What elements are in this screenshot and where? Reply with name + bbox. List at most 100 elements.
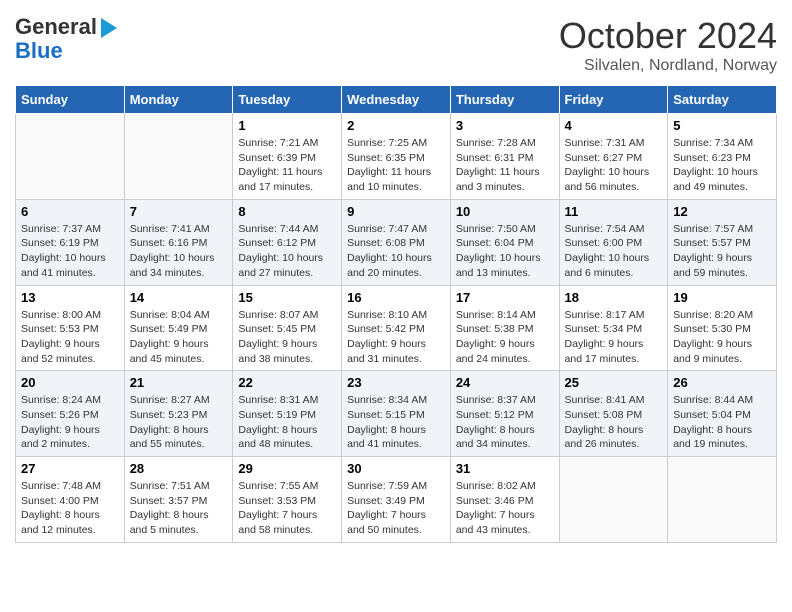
calendar-cell: 21 Sunrise: 8:27 AM Sunset: 5:23 PM Dayli… [124,371,233,457]
calendar-cell: 9Sunrise: 7:47 AM Sunset: 6:08 PM Daylig… [342,199,451,285]
day-info: Sunrise: 7:55 AM Sunset: 3:53 PM Dayligh… [238,479,336,538]
calendar-cell [559,457,668,543]
calendar-cell: 18 Sunrise: 8:17 AM Sunset: 5:34 PM Dayli… [559,285,668,371]
day-number: 26 [673,375,771,390]
logo-text: General [15,15,117,39]
day-number: 4 [565,118,663,133]
day-info: Sunrise: 7:31 AM Sunset: 6:27 PM Dayligh… [565,136,663,195]
day-number: 22 [238,375,336,390]
weekday-header-wednesday: Wednesday [342,86,451,114]
day-info: Sunrise: 8:44 AM Sunset: 5:04 PM Dayligh… [673,393,771,452]
day-info: Sunrise: 7:34 AM Sunset: 6:23 PM Dayligh… [673,136,771,195]
calendar-cell: 30 Sunrise: 7:59 AM Sunset: 3:49 PM Dayli… [342,457,451,543]
calendar-cell [124,114,233,200]
calendar-cell: 4 Sunrise: 7:31 AM Sunset: 6:27 PM Daylig… [559,114,668,200]
location-subtitle: Silvalen, Nordland, Norway [559,57,777,75]
weekday-header-monday: Monday [124,86,233,114]
calendar-cell: 14Sunrise: 8:04 AM Sunset: 5:49 PM Dayli… [124,285,233,371]
day-info: Sunrise: 7:47 AM Sunset: 6:08 PM Dayligh… [347,222,445,281]
day-info: Sunrise: 8:10 AM Sunset: 5:42 PM Dayligh… [347,308,445,367]
calendar-cell: 25Sunrise: 8:41 AM Sunset: 5:08 PM Dayli… [559,371,668,457]
calendar-cell: 6 Sunrise: 7:37 AM Sunset: 6:19 PM Daylig… [16,199,125,285]
calendar-cell: 28 Sunrise: 7:51 AM Sunset: 3:57 PM Dayli… [124,457,233,543]
day-number: 20 [21,375,119,390]
day-number: 30 [347,461,445,476]
calendar-week-1: 1Sunrise: 7:21 AM Sunset: 6:39 PM Daylig… [16,114,777,200]
title-block: October 2024 Silvalen, Nordland, Norway [559,15,777,75]
calendar-cell: 11 Sunrise: 7:54 AM Sunset: 6:00 PM Dayli… [559,199,668,285]
calendar-cell: 2Sunrise: 7:25 AM Sunset: 6:35 PM Daylig… [342,114,451,200]
calendar-week-4: 20 Sunrise: 8:24 AM Sunset: 5:26 PM Dayli… [16,371,777,457]
day-number: 28 [130,461,228,476]
day-info: Sunrise: 8:34 AM Sunset: 5:15 PM Dayligh… [347,393,445,452]
calendar-cell: 23 Sunrise: 8:34 AM Sunset: 5:15 PM Dayli… [342,371,451,457]
day-number: 17 [456,290,554,305]
calendar-cell: 20 Sunrise: 8:24 AM Sunset: 5:26 PM Dayli… [16,371,125,457]
day-info: Sunrise: 8:14 AM Sunset: 5:38 PM Dayligh… [456,308,554,367]
day-info: Sunrise: 7:37 AM Sunset: 6:19 PM Dayligh… [21,222,119,281]
day-info: Sunrise: 8:41 AM Sunset: 5:08 PM Dayligh… [565,393,663,452]
page-header: General Blue October 2024 Silvalen, Nord… [15,15,777,75]
calendar-cell: 7 Sunrise: 7:41 AM Sunset: 6:16 PM Daylig… [124,199,233,285]
day-info: Sunrise: 8:31 AM Sunset: 5:19 PM Dayligh… [238,393,336,452]
calendar-cell: 10Sunrise: 7:50 AM Sunset: 6:04 PM Dayli… [450,199,559,285]
day-number: 21 [130,375,228,390]
day-number: 6 [21,204,119,219]
day-number: 11 [565,204,663,219]
day-info: Sunrise: 7:51 AM Sunset: 3:57 PM Dayligh… [130,479,228,538]
day-number: 29 [238,461,336,476]
calendar-week-5: 27Sunrise: 7:48 AM Sunset: 4:00 PM Dayli… [16,457,777,543]
calendar-cell: 16 Sunrise: 8:10 AM Sunset: 5:42 PM Dayli… [342,285,451,371]
day-number: 16 [347,290,445,305]
calendar-cell: 13 Sunrise: 8:00 AM Sunset: 5:53 PM Dayli… [16,285,125,371]
day-info: Sunrise: 8:17 AM Sunset: 5:34 PM Dayligh… [565,308,663,367]
calendar-cell [668,457,777,543]
weekday-header-tuesday: Tuesday [233,86,342,114]
day-number: 23 [347,375,445,390]
calendar-week-2: 6 Sunrise: 7:37 AM Sunset: 6:19 PM Daylig… [16,199,777,285]
calendar-table: SundayMondayTuesdayWednesdayThursdayFrid… [15,85,777,543]
month-title: October 2024 [559,15,777,57]
day-info: Sunrise: 8:02 AM Sunset: 3:46 PM Dayligh… [456,479,554,538]
weekday-header-thursday: Thursday [450,86,559,114]
logo-blue: Blue [15,38,63,63]
day-info: Sunrise: 7:57 AM Sunset: 5:57 PM Dayligh… [673,222,771,281]
day-number: 13 [21,290,119,305]
day-info: Sunrise: 7:54 AM Sunset: 6:00 PM Dayligh… [565,222,663,281]
calendar-cell: 1Sunrise: 7:21 AM Sunset: 6:39 PM Daylig… [233,114,342,200]
day-number: 31 [456,461,554,476]
day-number: 7 [130,204,228,219]
day-info: Sunrise: 7:44 AM Sunset: 6:12 PM Dayligh… [238,222,336,281]
calendar-cell: 24Sunrise: 8:37 AM Sunset: 5:12 PM Dayli… [450,371,559,457]
day-info: Sunrise: 8:20 AM Sunset: 5:30 PM Dayligh… [673,308,771,367]
day-number: 5 [673,118,771,133]
calendar-cell: 26 Sunrise: 8:44 AM Sunset: 5:04 PM Dayli… [668,371,777,457]
calendar-header-row: SundayMondayTuesdayWednesdayThursdayFrid… [16,86,777,114]
day-info: Sunrise: 7:41 AM Sunset: 6:16 PM Dayligh… [130,222,228,281]
calendar-cell: 29 Sunrise: 7:55 AM Sunset: 3:53 PM Dayli… [233,457,342,543]
day-number: 24 [456,375,554,390]
day-info: Sunrise: 8:24 AM Sunset: 5:26 PM Dayligh… [21,393,119,452]
calendar-cell: 15Sunrise: 8:07 AM Sunset: 5:45 PM Dayli… [233,285,342,371]
day-info: Sunrise: 7:59 AM Sunset: 3:49 PM Dayligh… [347,479,445,538]
calendar-cell: 17 Sunrise: 8:14 AM Sunset: 5:38 PM Dayli… [450,285,559,371]
day-info: Sunrise: 8:00 AM Sunset: 5:53 PM Dayligh… [21,308,119,367]
calendar-cell: 22 Sunrise: 8:31 AM Sunset: 5:19 PM Dayli… [233,371,342,457]
calendar-cell: 31 Sunrise: 8:02 AM Sunset: 3:46 PM Dayli… [450,457,559,543]
day-number: 18 [565,290,663,305]
day-number: 12 [673,204,771,219]
day-number: 14 [130,290,228,305]
logo: General Blue [15,15,117,63]
day-number: 1 [238,118,336,133]
day-info: Sunrise: 7:28 AM Sunset: 6:31 PM Dayligh… [456,136,554,195]
weekday-header-saturday: Saturday [668,86,777,114]
calendar-cell: 12 Sunrise: 7:57 AM Sunset: 5:57 PM Dayli… [668,199,777,285]
calendar-cell: 5 Sunrise: 7:34 AM Sunset: 6:23 PM Daylig… [668,114,777,200]
day-info: Sunrise: 8:07 AM Sunset: 5:45 PM Dayligh… [238,308,336,367]
calendar-cell: 8Sunrise: 7:44 AM Sunset: 6:12 PM Daylig… [233,199,342,285]
calendar-cell: 19 Sunrise: 8:20 AM Sunset: 5:30 PM Dayli… [668,285,777,371]
calendar-cell [16,114,125,200]
calendar-week-3: 13 Sunrise: 8:00 AM Sunset: 5:53 PM Dayli… [16,285,777,371]
day-number: 19 [673,290,771,305]
day-info: Sunrise: 8:27 AM Sunset: 5:23 PM Dayligh… [130,393,228,452]
